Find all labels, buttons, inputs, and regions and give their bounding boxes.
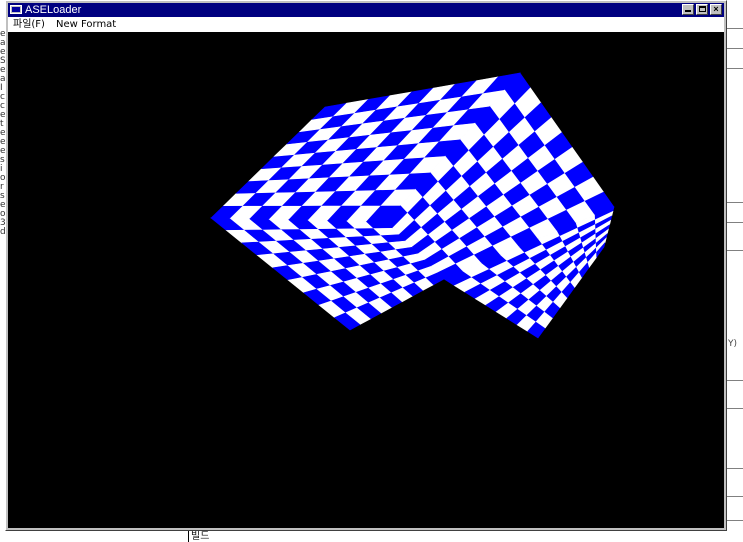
minimize-button[interactable] [682,4,694,15]
checkered-cube [210,72,615,339]
maximize-button[interactable] [696,4,708,15]
title-bar[interactable]: ASELoader × [8,3,724,17]
app-icon[interactable] [10,5,22,14]
menu-file[interactable]: 파일(F) [10,17,48,32]
background-right-panel [727,0,743,542]
app-window: ASELoader × 파일(F) New Format [5,0,727,531]
maximize-icon [699,6,706,12]
menu-bar: 파일(F) New Format [8,17,724,32]
close-button[interactable]: × [710,4,722,15]
minimize-icon [685,10,691,12]
render-viewport[interactable] [8,32,724,528]
window-title: ASELoader [25,4,82,16]
menu-new-format[interactable]: New Format [53,17,119,32]
close-icon: × [713,4,719,14]
background-bottom-text: 빌드 [188,531,209,542]
background-right-text: Y) [728,339,738,349]
